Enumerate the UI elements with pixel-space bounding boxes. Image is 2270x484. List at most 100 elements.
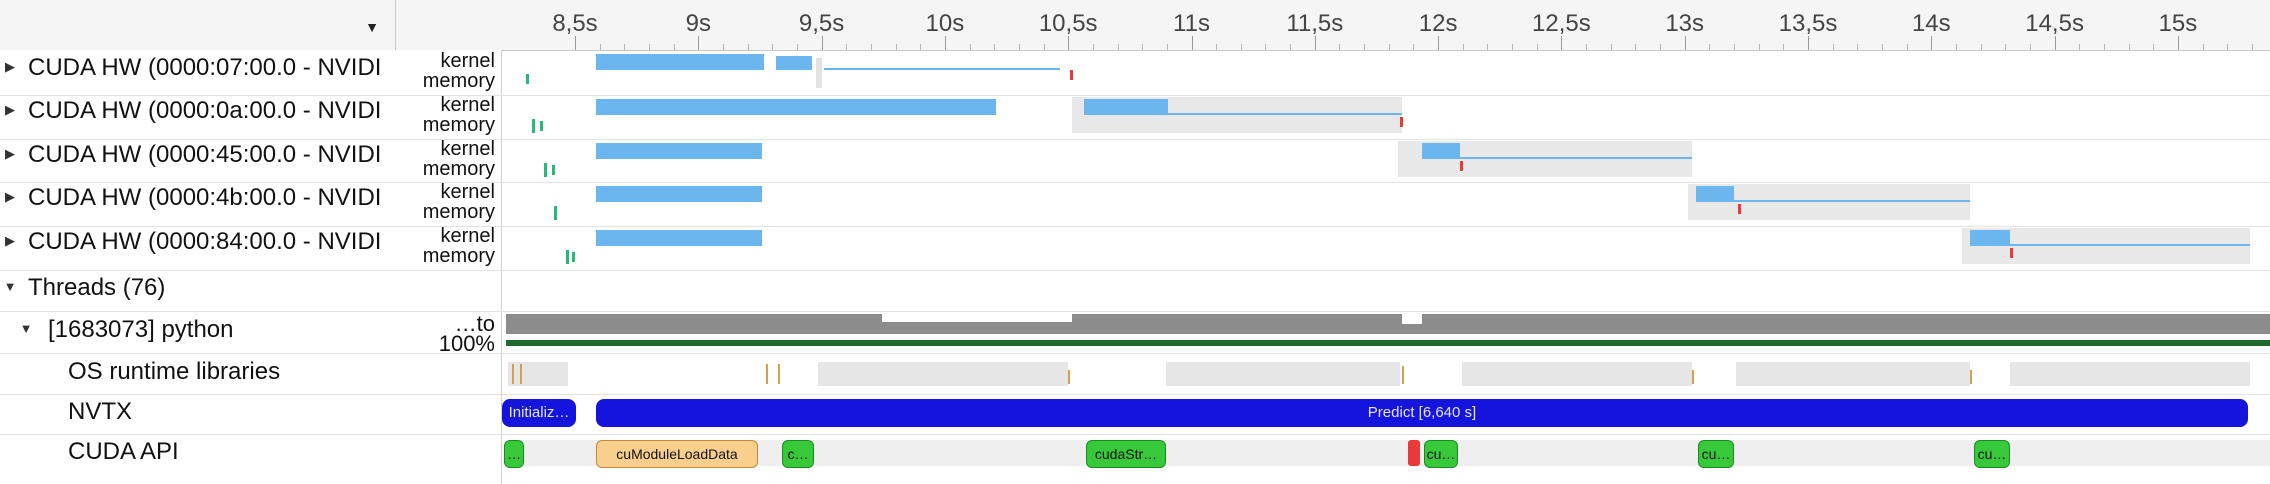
memory-mark[interactable] (540, 121, 543, 131)
os-runtime-call[interactable] (1068, 370, 1070, 384)
cuda-api-stream[interactable]: cudaStr… (1086, 440, 1166, 468)
kernel-bar[interactable] (1696, 186, 1734, 202)
memory-mark[interactable] (532, 119, 535, 133)
time-tick-label: 9,5s (798, 10, 845, 37)
time-tick-mark (1808, 36, 1809, 50)
time-tick-mark (1068, 36, 1070, 50)
cuda-api-module-load[interactable]: cuModuleLoadData (596, 440, 758, 468)
os-runtime-call[interactable] (1692, 370, 1694, 384)
tree-row-cuda-api[interactable]: CUDA API (0, 438, 395, 474)
memory-label: memory (422, 114, 495, 136)
memory-label: memory (422, 201, 495, 223)
kernel-label: kernel (440, 94, 495, 116)
memory-mark[interactable] (1738, 204, 1741, 214)
os-runtime-block[interactable] (1736, 362, 1970, 386)
os-runtime-block[interactable] (818, 362, 1068, 386)
os-runtime-block[interactable] (1166, 362, 1400, 386)
expand-arrow-icon[interactable]: ▶ (0, 59, 20, 75)
tree-row-gpu-3[interactable]: ▶ CUDA HW (0000:45:00.0 - NVIDI (0, 141, 395, 177)
time-tick-label: 11,5s (1286, 10, 1344, 37)
kernel-bar[interactable] (776, 56, 812, 70)
memory-mark[interactable] (2010, 248, 2013, 258)
memory-mark[interactable] (544, 163, 547, 177)
memory-mark[interactable] (572, 252, 575, 262)
memory-mark[interactable] (554, 206, 557, 220)
cuda-api-label: CUDA API (68, 438, 179, 465)
memory-mark[interactable] (1400, 117, 1403, 127)
cpu-usage-strip[interactable] (506, 314, 2270, 334)
kernel-bar[interactable] (596, 54, 764, 70)
tree-row-nvtx[interactable]: NVTX (0, 398, 395, 434)
os-runtime-block[interactable] (508, 362, 568, 386)
cuda-api-call[interactable]: c… (782, 440, 814, 468)
tree-row-gpu-5[interactable]: ▶ CUDA HW (0000:84:00.0 - NVIDI (0, 228, 395, 264)
tree-row-os-runtime[interactable]: OS runtime libraries (0, 358, 395, 394)
time-tick-mark (575, 36, 576, 50)
kernel-label: kernel (440, 50, 495, 72)
nvtx-range-initialize[interactable]: Initializ… (502, 399, 576, 427)
tree-panel: ▶ CUDA HW (0000:07:00.0 - NVIDI ▶ CUDA H… (0, 50, 396, 484)
kernel-bar[interactable] (596, 99, 996, 115)
memory-mark[interactable] (552, 165, 555, 175)
time-tick-label: 11s (1173, 10, 1210, 37)
kernel-idle-line (2010, 244, 2250, 246)
tree-row-python[interactable]: ▼ [1683073] python (0, 316, 395, 352)
kernel-idle-line (824, 68, 1060, 70)
tree-header: ▼ (0, 0, 396, 50)
os-runtime-call[interactable] (1402, 366, 1404, 384)
os-runtime-call[interactable] (766, 364, 768, 384)
time-tick-label: 9s (685, 10, 711, 37)
time-ruler[interactable]: 8,5s 9s 9,5s 10s 10,5s 11s 11,5s 12s 12,5s 13s 13,… (502, 0, 2270, 50)
collapse-arrow-icon[interactable]: ▼ (0, 279, 20, 294)
time-tick-label: 10s (925, 10, 965, 37)
cuda-api-call[interactable]: … (504, 440, 524, 468)
expand-arrow-icon[interactable]: ▶ (0, 102, 20, 118)
time-tick-mark (1931, 36, 1933, 50)
os-runtime-block[interactable] (2010, 362, 2250, 386)
memory-mark[interactable] (1460, 161, 1463, 171)
gpu-row-label: CUDA HW (0000:0a:00.0 - NVIDI (28, 97, 382, 124)
cpu-usage-low (506, 340, 2270, 346)
cpu-usage-label: …to 100% (438, 311, 495, 356)
cpu-usage-gap (882, 314, 1072, 322)
time-tick-label: 14,5s (2025, 10, 2084, 37)
cuda-api-call[interactable]: cu… (1424, 440, 1458, 468)
expand-arrow-icon[interactable]: ▶ (0, 233, 20, 249)
tree-row-threads[interactable]: ▼ Threads (76) (0, 274, 395, 310)
tree-row-gpu-1[interactable]: ▶ CUDA HW (0000:07:00.0 - NVIDI (0, 54, 395, 90)
cuda-api-error[interactable] (1408, 440, 1420, 466)
nvtx-range-predict[interactable]: Predict [6,640 s] (596, 399, 2248, 427)
memory-mark[interactable] (526, 74, 529, 84)
kernel-gap-region (816, 58, 822, 88)
kernel-bar[interactable] (596, 143, 762, 159)
python-thread-label: [1683073] python (48, 316, 234, 343)
threads-label: Threads (76) (28, 274, 166, 301)
kernel-idle-line (1734, 200, 1970, 202)
time-tick-mark (944, 36, 946, 50)
chevron-down-icon[interactable]: ▼ (365, 20, 379, 34)
memory-mark[interactable] (566, 250, 569, 264)
time-tick-label: 15s (2158, 10, 2198, 37)
memory-label: memory (422, 245, 495, 267)
collapse-arrow-icon[interactable]: ▼ (16, 321, 36, 336)
kernel-bar[interactable] (1084, 99, 1168, 115)
tree-row-gpu-4[interactable]: ▶ CUDA HW (0000:4b:00.0 - NVIDI (0, 184, 395, 220)
tree-row-gpu-2[interactable]: ▶ CUDA HW (0000:0a:00.0 - NVIDI (0, 97, 395, 133)
cuda-api-call[interactable]: cu… (1974, 440, 2010, 468)
os-runtime-block[interactable] (1462, 362, 1692, 386)
expand-arrow-icon[interactable]: ▶ (0, 189, 20, 205)
kernel-bar[interactable] (596, 186, 762, 202)
memory-mark[interactable] (1070, 70, 1073, 80)
os-runtime-call[interactable] (512, 364, 514, 384)
os-runtime-call[interactable] (1970, 370, 1972, 384)
os-runtime-call[interactable] (778, 364, 780, 384)
cuda-api-call[interactable]: cu… (1698, 440, 1734, 468)
timeline-area[interactable]: Initializ… Predict [6,640 s] … cuModuleL… (502, 50, 2270, 484)
kernel-bar[interactable] (1970, 230, 2010, 246)
kernel-idle-line (1460, 157, 1692, 159)
expand-arrow-icon[interactable]: ▶ (0, 146, 20, 162)
os-runtime-call[interactable] (520, 364, 522, 384)
kernel-bar[interactable] (1422, 143, 1460, 159)
kernel-bar[interactable] (596, 230, 762, 246)
memory-label: memory (422, 70, 495, 92)
